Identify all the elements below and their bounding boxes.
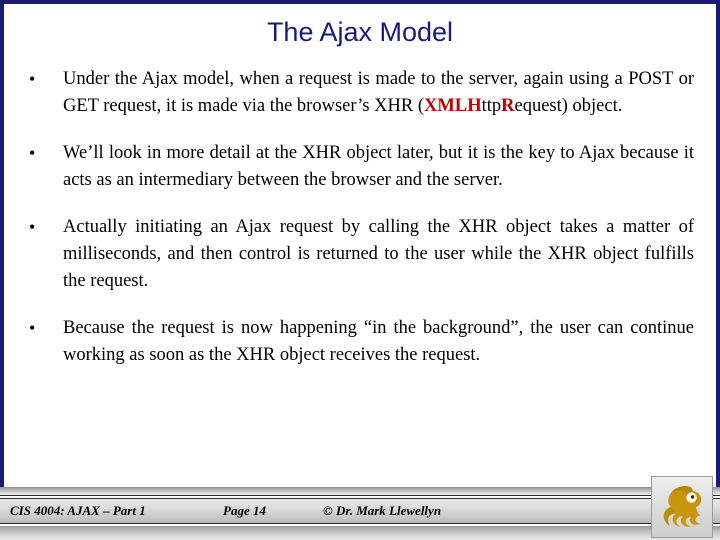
ucf-pegasus-logo [651, 476, 713, 538]
list-item: • We’ll look in more detail at the XHR o… [26, 140, 694, 194]
list-item: • Actually initiating an Ajax request by… [26, 214, 694, 295]
bullet-background: Because the request is now happening “in… [63, 318, 694, 365]
bullet-text-segment: equest) object. [514, 96, 623, 116]
slide-border-right [716, 0, 720, 489]
bullet-highlight-r: R [501, 96, 515, 116]
slide-border-left [0, 0, 4, 489]
slide-footer: CIS 4004: AJAX – Part 1 Page 14 © Dr. Ma… [0, 487, 720, 540]
slide-border-top [0, 0, 720, 4]
bullet-xhr-intermediary: We’ll look in more detail at the XHR obj… [63, 143, 694, 190]
footer-bar-bottom [0, 526, 720, 540]
footer-copyright: © Dr. Mark Llewellyn [323, 503, 442, 518]
bullet-list: • Under the Ajax model, when a request i… [26, 66, 694, 369]
pegasus-icon [663, 486, 702, 527]
bullet-highlight-xml: XML [424, 96, 468, 116]
footer-bar-top [0, 487, 720, 496]
bullet-ajax-model-request: Under the Ajax model, when a request is … [63, 66, 694, 120]
footer-course-label: CIS 4004: AJAX – Part 1 [10, 503, 146, 518]
bullet-milliseconds: Actually initiating an Ajax request by c… [63, 217, 694, 291]
list-item: • Under the Ajax model, when a request i… [26, 66, 694, 120]
page-title: The Ajax Model [266, 17, 454, 47]
bullet-marker-icon: • [29, 143, 36, 163]
bullet-marker-icon: • [29, 69, 36, 89]
slide-canvas: The Ajax Model • Under the Ajax model, w… [0, 0, 720, 540]
bullet-marker-icon: • [29, 318, 36, 338]
list-item: • Because the request is now happening “… [26, 315, 694, 369]
bullet-highlight-h: H [467, 96, 482, 116]
footer-page-number: Page 14 [223, 503, 266, 518]
bullet-marker-icon: • [29, 217, 36, 237]
bullet-text-segment: ttp [481, 96, 502, 116]
